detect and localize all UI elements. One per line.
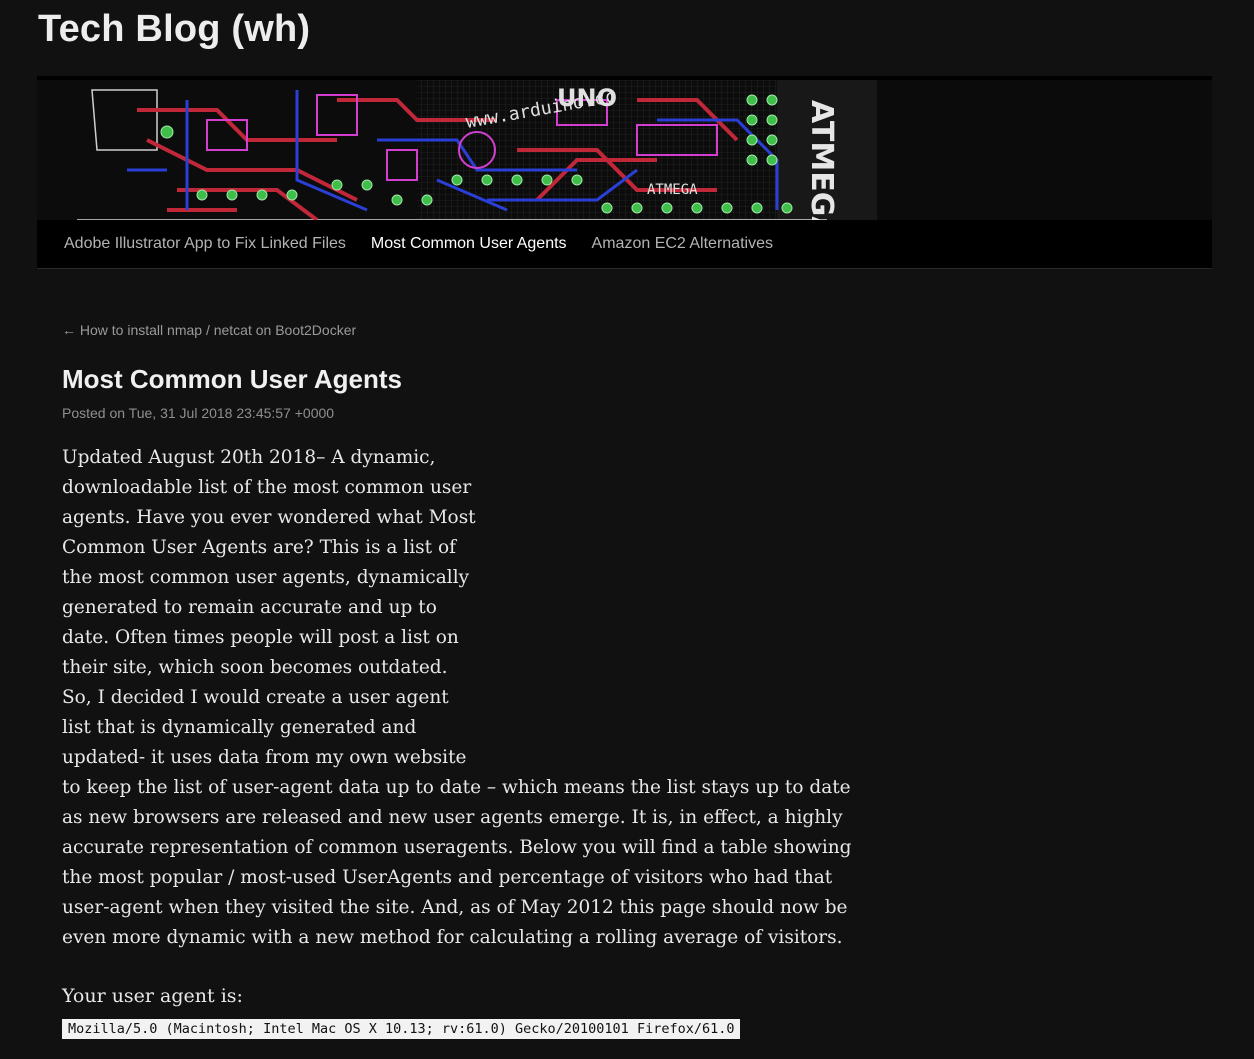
site-title[interactable]: Tech Blog (wh)	[38, 8, 310, 51]
post-body: Updated August 20th 2018– A dynamic, dow…	[62, 443, 862, 953]
banner-text-chip: ATMEGA	[647, 182, 698, 198]
user-agent-value: Mozilla/5.0 (Macintosh; Intel Mac OS X 1…	[62, 1019, 741, 1039]
circuit-board-image: UNO www.arduino.cc ATMEGA ATMEGA16U2	[37, 80, 1212, 224]
nav-item-amazon-ec2[interactable]: Amazon EC2 Alternatives	[592, 235, 773, 253]
nav-item-most-common-user-agents[interactable]: Most Common User Agents	[371, 235, 567, 253]
post-date: Posted on Tue, 31 Jul 2018 23:45:57 +000…	[62, 405, 335, 421]
user-agent-label: Your user agent is:	[62, 985, 243, 1007]
nav-item-adobe-illustrator[interactable]: Adobe Illustrator App to Fix Linked File…	[64, 235, 346, 253]
header-banner-image: UNO www.arduino.cc ATMEGA ATMEGA16U2	[37, 76, 1212, 224]
svg-text:ATMEGA16U2: ATMEGA16U2	[804, 100, 839, 224]
main-nav: Adobe Illustrator App to Fix Linked File…	[37, 220, 1212, 269]
post-title[interactable]: Most Common User Agents	[62, 364, 402, 395]
ad-placeholder	[482, 443, 862, 773]
previous-post-link[interactable]: ← How to install nmap / netcat on Boot2D…	[62, 322, 356, 338]
